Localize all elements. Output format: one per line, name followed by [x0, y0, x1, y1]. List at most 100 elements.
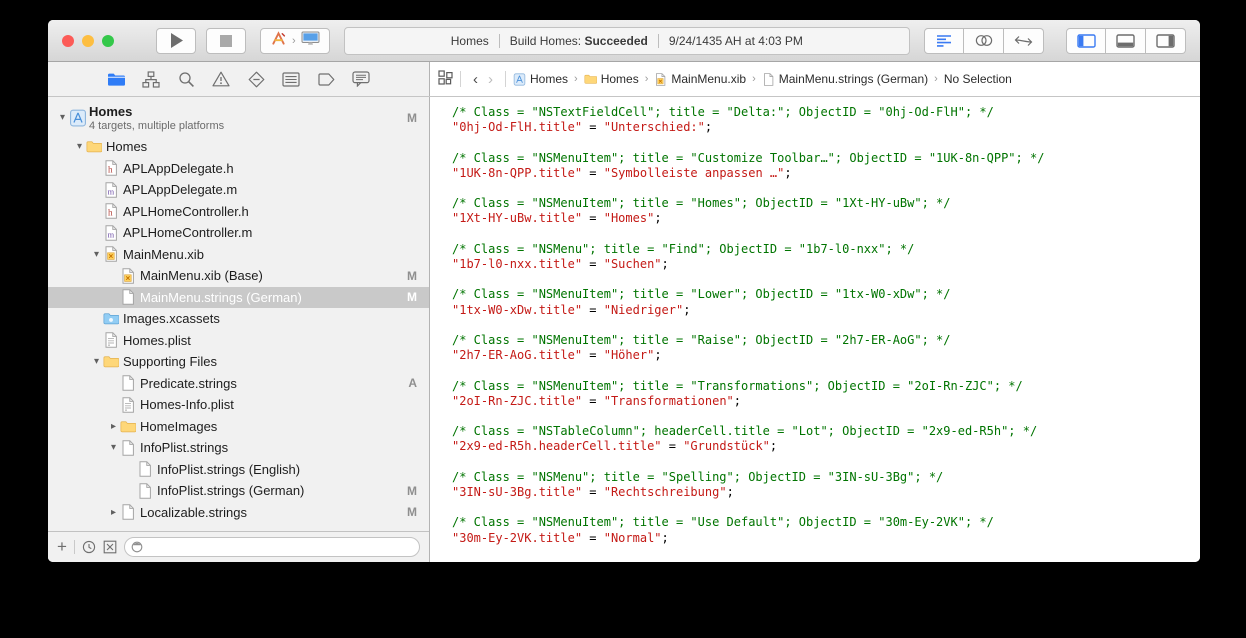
view-control — [1066, 28, 1186, 54]
tree-row[interactable]: mAPLAppDelegate.m — [48, 179, 429, 201]
project-navigator: ▾Homes4 targets, multiple platformsM▾Hom… — [48, 97, 430, 562]
tree-row[interactable]: ▸Localizable.stringsM — [48, 502, 429, 524]
disclosure-triangle-icon[interactable]: ▾ — [90, 356, 103, 367]
tree-row-label: InfoPlist.strings (German) — [157, 483, 304, 498]
debug-navigator-icon[interactable] — [281, 69, 301, 89]
tree-row[interactable]: mAPLHomeController.m — [48, 222, 429, 244]
code-blank-line — [452, 546, 1200, 561]
tree-row[interactable]: InfoPlist.strings (English) — [48, 459, 429, 481]
minimize-button[interactable] — [82, 35, 94, 47]
breadcrumb-item[interactable]: Homes — [513, 72, 568, 86]
tree-row[interactable]: ▾Supporting Files — [48, 351, 429, 373]
tree-row-label: Homes-Info.plist — [140, 397, 234, 412]
debug-area-icon — [1116, 34, 1135, 48]
tree-row[interactable]: ▾Homes — [48, 136, 429, 158]
close-button[interactable] — [62, 35, 74, 47]
tree-row[interactable]: InfoPlist.strings (German)M — [48, 480, 429, 502]
code-string-line: "2oI-Rn-ZJC.title" = "Transformationen"; — [452, 394, 1200, 409]
tree-row-label: MainMenu.xib — [123, 247, 204, 262]
tree-row[interactable]: Homes.plist — [48, 330, 429, 352]
test-navigator-icon[interactable] — [246, 69, 266, 89]
code-comment-line: /* Class = "NSMenuItem"; title = "Custom… — [452, 151, 1200, 166]
version-editor-button[interactable] — [1004, 28, 1044, 54]
disclosure-triangle-icon[interactable]: ▾ — [107, 442, 120, 453]
source-editor[interactable]: /* Class = "NSTextFieldCell"; title = "D… — [430, 97, 1200, 562]
jump-bar: ‹ › Homes›Homes›MainMenu.xib›MainMenu.st… — [430, 62, 1200, 96]
activity-viewer: Homes Build Homes: Succeeded 9/24/1435 A… — [344, 27, 910, 55]
breadcrumb-item[interactable]: MainMenu.xib — [654, 72, 746, 86]
tree-row[interactable]: ▾ MainMenu.xib — [48, 244, 429, 266]
xcode-scheme-icon — [270, 30, 287, 52]
code-comment-line: /* Class = "NSMenuItem"; title = "Lower"… — [452, 287, 1200, 302]
project-navigator-icon[interactable] — [106, 69, 126, 89]
forward-button[interactable]: › — [483, 71, 498, 88]
zoom-button[interactable] — [102, 35, 114, 47]
doc-file-icon — [120, 289, 140, 305]
debug-area-toggle[interactable] — [1106, 28, 1146, 54]
tree-row[interactable]: hAPLHomeController.h — [48, 201, 429, 223]
code-string-line: "30m-Ey-2VK.title" = "Normal"; — [452, 531, 1200, 546]
filter-field[interactable] — [124, 537, 420, 557]
code-comment-line: /* Class = "NSTableColumn"; headerCell.t… — [452, 424, 1200, 439]
disclosure-triangle-icon[interactable]: ▾ — [90, 249, 103, 260]
tree-row[interactable]: ▾Homes4 targets, multiple platformsM — [48, 99, 429, 136]
utilities-panel-toggle[interactable] — [1146, 28, 1186, 54]
status-badge: A — [408, 376, 417, 390]
tree-row-label: MainMenu.xib (Base) — [140, 268, 263, 283]
play-icon — [170, 33, 183, 48]
breakpoint-navigator-icon[interactable] — [316, 69, 336, 89]
stop-button[interactable] — [206, 28, 246, 54]
report-navigator-icon[interactable] — [351, 69, 371, 89]
breadcrumb-item[interactable]: No Selection — [944, 72, 1012, 86]
window-controls — [62, 35, 114, 47]
folder-file-icon — [120, 420, 140, 433]
code-blank-line — [452, 135, 1200, 150]
disclosure-triangle-icon[interactable]: ▸ — [107, 421, 120, 432]
status-divider — [499, 34, 500, 48]
back-button[interactable]: ‹ — [468, 71, 483, 88]
code-blank-line — [452, 272, 1200, 287]
related-items-button[interactable] — [438, 70, 453, 88]
tree-row[interactable]: ▸HomeImages — [48, 416, 429, 438]
doc-file-icon — [137, 483, 157, 499]
standard-editor-icon — [936, 34, 952, 48]
scheme-selector[interactable]: › — [260, 28, 330, 54]
disclosure-triangle-icon[interactable]: ▾ — [56, 112, 69, 123]
code-blank-line — [452, 227, 1200, 242]
scm-status-icon[interactable] — [103, 540, 117, 554]
plist-file-icon — [120, 397, 140, 413]
tree-row[interactable]: MainMenu.strings (German)M — [48, 287, 429, 309]
code-comment-line: /* Class = "NSMenuItem"; title = "Homes"… — [452, 196, 1200, 211]
disclosure-triangle-icon[interactable]: ▸ — [107, 507, 120, 518]
xib-file-icon — [103, 246, 123, 262]
doc-file-icon — [762, 73, 775, 86]
symbol-navigator-icon[interactable] — [141, 69, 161, 89]
project-tree: ▾Homes4 targets, multiple platformsM▾Hom… — [48, 97, 429, 531]
code-blank-line — [452, 455, 1200, 470]
breadcrumb-item[interactable]: Homes — [584, 72, 639, 86]
tree-row[interactable]: MainMenu.xib (Base)M — [48, 265, 429, 287]
breadcrumb-separator: › — [934, 73, 938, 85]
issue-navigator-icon[interactable] — [211, 69, 231, 89]
tree-row[interactable]: hAPLAppDelegate.h — [48, 158, 429, 180]
recent-files-icon[interactable] — [82, 540, 96, 554]
tree-row[interactable]: ▾InfoPlist.strings — [48, 437, 429, 459]
run-button[interactable] — [156, 28, 196, 54]
tree-row[interactable]: Images.xcassets — [48, 308, 429, 330]
filter-input[interactable] — [148, 541, 413, 553]
code-string-line: "2h7-ER-AoG.title" = "Höher"; — [452, 348, 1200, 363]
assistant-editor-button[interactable] — [964, 28, 1004, 54]
add-button[interactable]: + — [57, 537, 67, 557]
code-string-line: "1tx-W0-xDw.title" = "Niedriger"; — [452, 303, 1200, 318]
plist-file-icon — [103, 332, 123, 348]
tree-row[interactable]: Homes-Info.plist — [48, 394, 429, 416]
standard-editor-button[interactable] — [924, 28, 964, 54]
workspace: ▾Homes4 targets, multiple platformsM▾Hom… — [48, 97, 1200, 562]
navigator-panel-toggle[interactable] — [1066, 28, 1106, 54]
tree-row[interactable]: Predicate.stringsA — [48, 373, 429, 395]
h-file-icon: h — [103, 203, 123, 219]
disclosure-triangle-icon[interactable]: ▾ — [73, 141, 86, 152]
find-navigator-icon[interactable] — [176, 69, 196, 89]
breadcrumb-item[interactable]: MainMenu.strings (German) — [762, 72, 928, 86]
status-badge: M — [407, 111, 417, 125]
